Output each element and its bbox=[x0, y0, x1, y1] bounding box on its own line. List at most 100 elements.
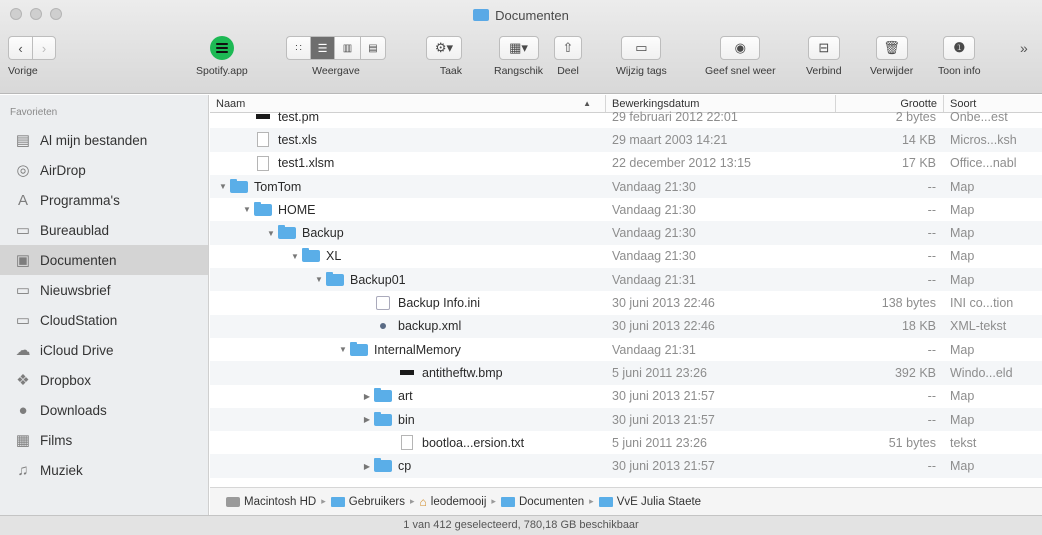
sidebar-item[interactable]: ☁ iCloud Drive bbox=[0, 335, 208, 365]
share-button[interactable]: ⇧ Deel bbox=[554, 36, 582, 77]
list-view-button[interactable]: ☰ bbox=[310, 36, 334, 60]
forward-button[interactable]: › bbox=[32, 36, 56, 60]
folder-icon bbox=[326, 271, 344, 286]
disclosure-closed-icon[interactable]: ▶ bbox=[360, 392, 374, 401]
file-name: bootloa...ersion.txt bbox=[422, 435, 525, 450]
chevron-right-icon: › bbox=[41, 40, 47, 56]
file-name-cell: test.pm bbox=[210, 110, 606, 124]
disclosure-closed-icon[interactable]: ▶ bbox=[360, 415, 374, 424]
file-kind: Map bbox=[950, 272, 975, 287]
sidebar-item[interactable]: ▦ Films bbox=[0, 425, 208, 455]
disclosure-open-icon[interactable]: ▼ bbox=[336, 345, 350, 354]
back-label: Vorige bbox=[8, 65, 38, 77]
file-row[interactable]: test1.xlsm 22 december 2012 13:15 17 KB Off… bbox=[210, 152, 1042, 175]
sidebar-heading: Favorieten bbox=[10, 107, 58, 118]
sidebar-item[interactable]: ▣ Documenten bbox=[0, 245, 208, 275]
sidebar-item[interactable]: ▭ CloudStation bbox=[0, 305, 208, 335]
file-kind: Map bbox=[950, 389, 975, 404]
file-date: 30 juni 2013 21:57 bbox=[612, 389, 715, 404]
sidebar-item[interactable]: ▭ Nieuwsbrief bbox=[0, 275, 208, 305]
sidebar-item[interactable]: ◎ AirDrop bbox=[0, 155, 208, 185]
file-size: 14 KB bbox=[901, 132, 936, 147]
sidebar-item-label: Documenten bbox=[40, 252, 117, 268]
folder-icon bbox=[350, 341, 368, 356]
file-date: 30 juni 2013 21:57 bbox=[612, 459, 715, 474]
quick-look-button[interactable]: ◉ Geef snel weer bbox=[705, 36, 776, 77]
sidebar-item[interactable]: ❖ Dropbox bbox=[0, 365, 208, 395]
path-crumb[interactable]: VvE Julia Staete bbox=[598, 496, 701, 508]
path-crumb[interactable]: Macintosh HD bbox=[226, 496, 316, 508]
sidebar-item[interactable]: ● Downloads bbox=[0, 395, 208, 425]
disclosure-open-icon[interactable]: ▼ bbox=[264, 229, 278, 238]
folder-icon bbox=[254, 201, 272, 216]
sidebar-item-label: Dropbox bbox=[40, 372, 92, 388]
sidebar-item[interactable]: ♫ Muziek bbox=[0, 455, 208, 485]
file-row[interactable]: test.xls 29 maart 2003 14:21 14 KB Micros..… bbox=[210, 128, 1042, 152]
folder-icon bbox=[230, 178, 248, 193]
file-row[interactable]: ▼ XL Vandaag 21:30 -- Map bbox=[210, 245, 1042, 268]
disclosure-closed-icon[interactable]: ▶ bbox=[360, 462, 374, 471]
sidebar-item[interactable]: A Programma's bbox=[0, 185, 208, 215]
back-button[interactable]: ‹ bbox=[8, 36, 32, 60]
sidebar-items: ▤ Al mijn bestanden ◎ AirDrop A Programma's ▭ B… bbox=[0, 125, 208, 485]
file-name: cp bbox=[398, 459, 412, 474]
folder-icon bbox=[473, 9, 490, 21]
hard-drive-icon bbox=[226, 496, 240, 507]
file-row[interactable]: backup.xml 30 juni 2013 22:46 18 KB XML-tek… bbox=[210, 314, 1042, 338]
file-date: 29 maart 2003 14:21 bbox=[612, 132, 728, 147]
path-crumb[interactable]: ⌂ leodemooij bbox=[420, 495, 487, 509]
action-label: Taak bbox=[439, 65, 462, 77]
delete-button[interactable]: 🗑 Verwijder bbox=[870, 36, 913, 77]
sidebar-item-label: Muziek bbox=[40, 462, 83, 478]
edit-tags-button[interactable]: ▭ Wijzig tags bbox=[616, 36, 667, 77]
spotify-icon bbox=[209, 36, 234, 60]
action-menu-button[interactable]: ⚙▾ Taak bbox=[426, 36, 462, 77]
file-row[interactable]: ▶ bin 30 juni 2013 21:57 -- Map bbox=[210, 407, 1042, 432]
spotify-app-button[interactable]: Spotify.app bbox=[196, 36, 248, 77]
sidebar-item[interactable]: ▭ Bureaublad bbox=[0, 215, 208, 245]
icon-view-button[interactable]: ∷ bbox=[286, 36, 310, 60]
file-name: Backup Info.ini bbox=[398, 296, 480, 311]
file-row[interactable]: ▼ TomTom Vandaag 21:30 -- Map bbox=[210, 174, 1042, 199]
file-kind: Office...nabl bbox=[950, 156, 1017, 171]
window-title: Documenten bbox=[0, 8, 1042, 23]
sidebar-item-label: CloudStation bbox=[40, 312, 118, 328]
delete-label: Verwijder bbox=[870, 65, 914, 77]
file-row[interactable]: antitheftw.bmp 5 juni 2011 23:26 392 KB Win… bbox=[210, 361, 1042, 385]
view-group: ∷ ☰ ▥ ▤ Weergave bbox=[286, 36, 386, 77]
file-row[interactable]: ▼ Backup01 Vandaag 21:31 -- Map bbox=[210, 268, 1042, 292]
file-size: -- bbox=[927, 459, 936, 474]
path-crumb[interactable]: Gebruikers bbox=[330, 496, 405, 508]
file-size: -- bbox=[927, 342, 936, 357]
file-row[interactable]: ▶ art 30 juni 2013 21:57 -- Map bbox=[210, 385, 1042, 408]
file-row[interactable]: ▼ InternalMemory Vandaag 21:31 -- Map bbox=[210, 338, 1042, 361]
arrange-label: Rangschik bbox=[494, 65, 544, 77]
folder-icon bbox=[598, 496, 613, 507]
disclosure-open-icon[interactable]: ▼ bbox=[240, 205, 254, 214]
file-row[interactable]: ▼ HOME Vandaag 21:30 -- Map bbox=[210, 198, 1042, 221]
file-name-cell: ▶ bin bbox=[210, 411, 606, 427]
disclosure-open-icon[interactable]: ▼ bbox=[312, 275, 326, 284]
column-view-button[interactable]: ▥ bbox=[334, 36, 360, 60]
file-name-cell: ▼ Backup01 bbox=[210, 271, 606, 287]
coverflow-view-button[interactable]: ▤ bbox=[360, 36, 386, 60]
file-row[interactable]: ▶ cp 30 juni 2013 21:57 -- Map bbox=[210, 454, 1042, 478]
file-kind: Onbe...est bbox=[950, 109, 1008, 124]
file-name: test1.xlsm bbox=[278, 156, 335, 171]
file-row[interactable]: bootloa...ersion.txt 5 juni 2011 23:26 51 … bbox=[210, 431, 1042, 454]
disclosure-open-icon[interactable]: ▼ bbox=[288, 252, 302, 261]
file-date: Vandaag 21:30 bbox=[612, 202, 696, 217]
toolbar-overflow-button[interactable]: » bbox=[1020, 40, 1028, 56]
disclosure-open-icon[interactable]: ▼ bbox=[216, 182, 230, 191]
file-name: test.xls bbox=[278, 132, 317, 147]
arrange-menu-button[interactable]: ▦▾ Rangschik bbox=[494, 36, 543, 77]
file-name: bin bbox=[398, 412, 415, 427]
file-row[interactable]: test.pm 29 februari 2012 22:01 2 bytes Onbe… bbox=[210, 105, 1042, 128]
file-row[interactable]: Backup Info.ini 30 juni 2013 22:46 138 byt… bbox=[210, 291, 1042, 314]
file-kind: INI co...tion bbox=[950, 296, 1014, 311]
file-row[interactable]: ▼ Backup Vandaag 21:30 -- Map bbox=[210, 221, 1042, 245]
sidebar-item[interactable]: ▤ Al mijn bestanden bbox=[0, 125, 208, 155]
get-info-button[interactable]: ❶ Toon info bbox=[938, 36, 981, 77]
path-crumb[interactable]: Documenten bbox=[500, 496, 584, 508]
connect-button[interactable]: ⊟ Verbind bbox=[806, 36, 842, 77]
